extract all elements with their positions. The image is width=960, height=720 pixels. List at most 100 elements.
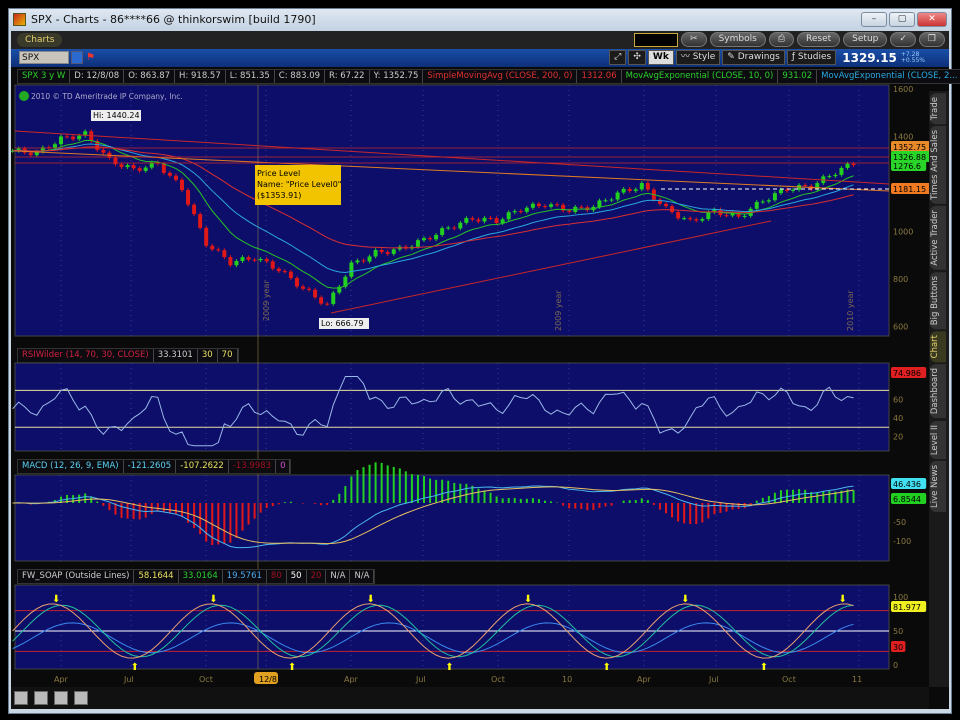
rsi-axis-tick: 20 xyxy=(893,433,903,442)
chart-area[interactable]: 1600140010008006002010 © TD Ameritrade I… xyxy=(11,67,931,699)
symbol-lookup-button[interactable] xyxy=(71,51,83,64)
soap-title[interactable]: FW_SOAP (Outside Lines) xyxy=(18,570,135,583)
info-low: L: 851.35 xyxy=(226,70,275,83)
time-axis-tick: Apr xyxy=(344,675,359,684)
blank-icon[interactable] xyxy=(53,691,68,705)
price-tag: 1352.75 xyxy=(893,143,926,152)
candle xyxy=(682,218,687,220)
grid-layout-icon[interactable] xyxy=(14,691,28,705)
studies-button[interactable]: ƒ Studies xyxy=(786,50,837,65)
candle xyxy=(724,215,729,217)
sma-study-label[interactable]: SimpleMovingAvg (CLOSE, 200, 0) xyxy=(423,70,578,83)
scissors-icon[interactable]: ✂ xyxy=(681,32,707,47)
candle xyxy=(180,179,184,191)
symbols-button[interactable]: Symbols xyxy=(709,32,766,47)
minimize-button[interactable]: – xyxy=(861,12,887,27)
candle xyxy=(246,257,251,260)
charts-window: Charts ✂ Symbols ⎙ Reset Setup ✓ ❐ SPX ⚑… xyxy=(11,31,960,709)
time-axis-tick: 11 xyxy=(852,675,862,684)
zoom-icon[interactable]: ⤢ xyxy=(609,50,627,65)
candle xyxy=(543,206,547,208)
side-tab-live-news[interactable]: Live News xyxy=(930,460,946,512)
dollar-icon[interactable] xyxy=(73,691,88,705)
rsi-title[interactable]: RSIWilder (14, 70, 30, CLOSE) xyxy=(18,349,154,362)
maximize-button[interactable]: ▢ xyxy=(889,12,915,27)
candle xyxy=(331,292,336,304)
info-y: Y: 1352.75 xyxy=(370,70,424,83)
style-button[interactable]: 〰 Style xyxy=(675,50,721,65)
soap-sell-arrow: ⬇ xyxy=(209,594,217,605)
soap-buy-arrow: ⬆ xyxy=(131,662,139,673)
macd-diff: -13.9983 xyxy=(229,460,277,473)
price-axis-tick: 1600 xyxy=(893,85,913,94)
tab-charts[interactable]: Charts xyxy=(17,33,63,47)
reset-button[interactable]: Reset xyxy=(797,32,841,47)
candle xyxy=(700,219,705,221)
candle xyxy=(524,207,529,212)
price-tag: 1181.15 xyxy=(893,185,926,194)
candle xyxy=(512,211,517,213)
drawings-button[interactable]: ✎ Drawings xyxy=(722,50,785,65)
soap-v3: 19.5761 xyxy=(223,570,267,583)
price-axis-tick: 1400 xyxy=(893,133,913,142)
candle xyxy=(549,204,554,207)
print-icon[interactable]: ⎙ xyxy=(768,32,795,47)
candle xyxy=(161,163,166,173)
setup-button[interactable]: Setup xyxy=(843,32,888,47)
soap-tag: 30 xyxy=(893,643,903,652)
side-tab-big-buttons[interactable]: Big Buttons xyxy=(930,271,946,330)
candle xyxy=(307,288,312,290)
candle xyxy=(639,183,644,190)
candle xyxy=(579,206,584,208)
candle xyxy=(603,200,608,202)
crosshair-icon[interactable]: ✣ xyxy=(628,50,646,65)
soap-sell-arrow: ⬇ xyxy=(681,594,689,605)
time-axis-tick: 12/8 xyxy=(259,675,277,684)
price-axis-tick: 600 xyxy=(893,323,908,332)
time-axis-tick: Apr xyxy=(54,675,69,684)
ema10-study-label[interactable]: MovAvgExponential (CLOSE, 10, 0) xyxy=(622,70,779,83)
studies-label: Studies xyxy=(797,52,832,62)
ema10-value: 931.02 xyxy=(778,70,818,83)
settings-icon[interactable] xyxy=(33,691,48,705)
candle xyxy=(415,240,420,247)
candle xyxy=(833,174,838,177)
candle xyxy=(282,271,287,273)
detach-icon[interactable]: ❐ xyxy=(918,32,945,47)
side-tab-dashboard[interactable]: Dashboard xyxy=(930,364,946,419)
macd-avg: -107.2622 xyxy=(176,460,229,473)
candle xyxy=(391,249,396,254)
close-button[interactable]: ✕ xyxy=(917,12,947,27)
candle xyxy=(470,218,475,220)
side-tab-trade[interactable]: Trade xyxy=(930,93,946,125)
time-axis-tick: Jul xyxy=(123,675,134,684)
check-icon[interactable]: ✓ xyxy=(890,32,916,47)
candle xyxy=(125,165,130,168)
candle xyxy=(216,249,221,251)
soap-v6: 20 xyxy=(307,570,327,583)
flag-icon[interactable]: ⚑ xyxy=(86,52,95,63)
side-tab-chart[interactable]: Chart xyxy=(930,331,946,363)
candle xyxy=(77,135,82,140)
candle xyxy=(325,303,330,305)
symbol-input[interactable]: SPX xyxy=(19,51,69,64)
ema20-study-label[interactable]: MovAvgExponential (CLOSE, 2... xyxy=(817,70,960,83)
side-tab-times-and-sales[interactable]: Times And Sales xyxy=(930,126,946,205)
macd-title[interactable]: MACD (12, 26, 9, EMA) xyxy=(18,460,124,473)
title-bar: SPX - Charts - 86****66 @ thinkorswim [b… xyxy=(9,9,951,31)
rsi-axis-tick: 40 xyxy=(893,414,903,423)
candle xyxy=(452,227,457,229)
chart-toolbar: SPX ⚑ ⤢ ✣ Wk 〰 Style ✎ Drawings ƒ Studie… xyxy=(11,49,949,67)
info-date: D: 12/8/08 xyxy=(70,70,125,83)
candle xyxy=(785,189,789,191)
candle xyxy=(173,175,178,180)
candle xyxy=(494,218,499,224)
color-picker[interactable] xyxy=(634,32,679,47)
candle xyxy=(143,167,148,171)
side-tab-level-ii[interactable]: Level II xyxy=(930,420,946,459)
candle xyxy=(518,211,523,213)
soap-axis-tick: 50 xyxy=(893,627,903,636)
aggregation-button[interactable]: Wk xyxy=(647,50,674,65)
side-tab-active-trader[interactable]: Active Trader xyxy=(930,206,946,270)
candle xyxy=(234,260,239,266)
